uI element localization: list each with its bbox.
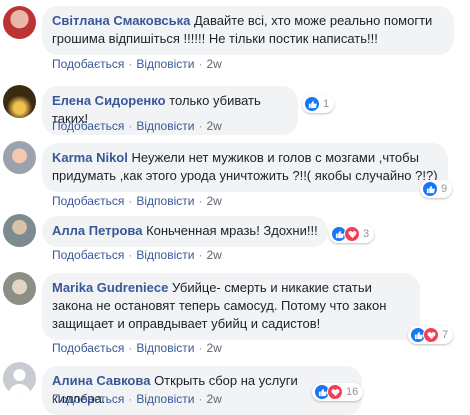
comment-actions: Подобається · Відповісти · 2w — [52, 341, 222, 355]
timestamp[interactable]: 2w — [206, 392, 221, 406]
avatar[interactable] — [3, 85, 36, 118]
comment-text: Коньченная мразь! Здохни!!! — [146, 223, 318, 238]
love-reaction-icon — [423, 327, 439, 343]
love-reaction-icon — [344, 226, 360, 242]
comment-actions: Подобається · Відповісти · 2w — [52, 194, 222, 208]
reaction-summary[interactable]: 1 — [302, 95, 335, 113]
reply-link[interactable]: Відповісти — [136, 119, 194, 133]
comment-bubble: Алла Петрова Коньченная мразь! Здохни!!! — [42, 216, 328, 247]
reaction-summary[interactable]: 16 — [312, 383, 364, 401]
comment-actions: Подобається · Відповісти · 2w — [52, 392, 222, 406]
timestamp[interactable]: 2w — [206, 248, 221, 262]
comment-actions: Подобається · Відповісти · 2w — [52, 248, 222, 262]
reaction-count: 7 — [442, 329, 449, 341]
avatar[interactable] — [3, 214, 36, 247]
timestamp[interactable]: 2w — [206, 57, 221, 71]
like-reaction-icon — [304, 96, 320, 112]
reply-link[interactable]: Відповісти — [136, 341, 194, 355]
like-link[interactable]: Подобається — [52, 341, 124, 355]
reply-link[interactable]: Відповісти — [136, 194, 194, 208]
comment-author[interactable]: Karma Nikol — [52, 150, 128, 165]
avatar[interactable] — [3, 141, 36, 174]
reaction-count: 9 — [441, 183, 448, 195]
comment-author[interactable]: Елена Сидоренко — [52, 93, 166, 108]
comment-bubble: Світлана Смаковська Давайте всі, хто мож… — [42, 6, 454, 55]
avatar[interactable] — [3, 272, 36, 305]
reply-link[interactable]: Відповісти — [136, 248, 194, 262]
like-link[interactable]: Подобається — [52, 119, 124, 133]
avatar[interactable] — [3, 362, 36, 395]
love-reaction-icon — [327, 384, 343, 400]
comment-author[interactable]: Алина Савкова — [52, 373, 150, 388]
like-link[interactable]: Подобається — [52, 194, 124, 208]
comment-author[interactable]: Світлана Смаковська — [52, 13, 190, 28]
reaction-summary[interactable]: 3 — [329, 225, 375, 243]
avatar[interactable] — [3, 6, 36, 39]
reply-link[interactable]: Відповісти — [136, 392, 194, 406]
timestamp[interactable]: 2w — [206, 341, 221, 355]
like-reaction-icon — [422, 181, 438, 197]
comment-author[interactable]: Алла Петрова — [52, 223, 142, 238]
comment-bubble: Marika Gudreniece Убийце- смерть и никак… — [42, 273, 420, 340]
like-link[interactable]: Подобається — [52, 392, 124, 406]
comment-bubble: Karma Nikol Неужели нет мужиков и голов … — [42, 143, 448, 192]
comment-author[interactable]: Marika Gudreniece — [52, 280, 168, 295]
timestamp[interactable]: 2w — [206, 119, 221, 133]
reaction-count: 1 — [323, 98, 330, 110]
like-link[interactable]: Подобається — [52, 57, 124, 71]
comment-actions: Подобається · Відповісти · 2w — [52, 119, 222, 133]
reaction-summary[interactable]: 7 — [408, 326, 454, 344]
reaction-count: 3 — [363, 228, 370, 240]
default-avatar-icon — [8, 369, 31, 395]
reaction-count: 16 — [346, 386, 359, 398]
like-link[interactable]: Подобається — [52, 248, 124, 262]
reaction-summary[interactable]: 9 — [420, 180, 453, 198]
timestamp[interactable]: 2w — [206, 194, 221, 208]
comment-actions: Подобається · Відповісти · 2w — [52, 57, 222, 71]
reply-link[interactable]: Відповісти — [136, 57, 194, 71]
